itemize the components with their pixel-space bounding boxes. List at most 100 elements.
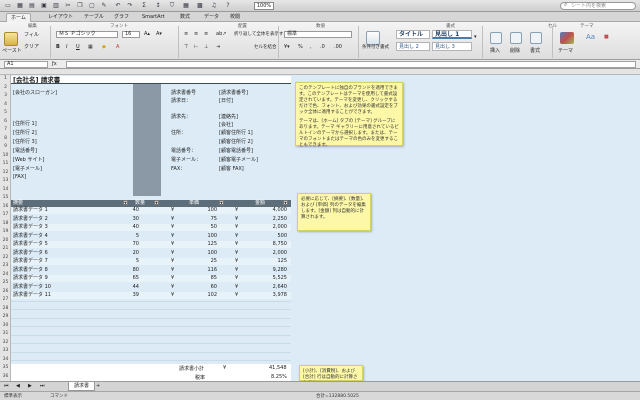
info-value-company[interactable]: [会社]: [219, 121, 233, 128]
item-amount[interactable]: 125: [277, 258, 287, 265]
insert-cells-icon[interactable]: [490, 32, 502, 44]
fax[interactable]: [FAX]: [13, 174, 26, 180]
info-value-invoice-no[interactable]: [請求書番号]: [219, 89, 248, 96]
item-unit-price[interactable]: 75: [211, 216, 217, 223]
row-number[interactable]: 31: [0, 331, 11, 336]
row-number[interactable]: 14: [0, 187, 11, 192]
item-description[interactable]: 請求書データ 4: [13, 233, 48, 240]
themes-button[interactable]: テーマ: [558, 48, 573, 55]
info-value-address-1[interactable]: [顧客住所行 1]: [219, 129, 253, 136]
item-description[interactable]: 請求書データ 1: [13, 207, 48, 214]
address-line-2[interactable]: [住所行 2]: [13, 129, 37, 136]
item-amount[interactable]: 2,000: [273, 224, 287, 231]
tab-smartart[interactable]: SmartArt: [138, 13, 169, 22]
name-box[interactable]: A1: [4, 61, 48, 68]
item-unit-price[interactable]: 85: [211, 275, 217, 282]
item-quantity[interactable]: 65: [133, 275, 139, 282]
indent-icon[interactable]: ⇥: [216, 44, 220, 51]
redo-icon[interactable]: ↷: [126, 2, 134, 10]
row-number[interactable]: 17: [0, 212, 11, 217]
item-description[interactable]: 請求書データ 2: [13, 216, 48, 223]
formula-input[interactable]: [66, 61, 636, 68]
row-number[interactable]: 33: [0, 348, 11, 353]
sheet-canvas[interactable]: [会社名] 請求書 [会社のスローガン] [住所行 1] [住所行 2] [住所…: [11, 75, 640, 381]
row-number[interactable]: 12: [0, 170, 11, 175]
empty-table-row[interactable]: [11, 343, 291, 350]
borders-icon[interactable]: ▦: [88, 44, 93, 51]
row-number[interactable]: 8: [0, 136, 11, 141]
row-number[interactable]: 5: [0, 110, 11, 115]
info-value-address-2[interactable]: [顧客住所行 2]: [219, 138, 253, 145]
empty-table-row[interactable]: [11, 300, 291, 308]
item-quantity[interactable]: 39: [133, 292, 139, 299]
bold-icon[interactable]: B: [56, 44, 60, 51]
row-number[interactable]: 35: [0, 365, 11, 370]
row-number[interactable]: 2: [0, 85, 11, 90]
row-number[interactable]: 29: [0, 314, 11, 319]
orientation-icon[interactable]: ab↗: [216, 31, 226, 38]
item-unit-price[interactable]: 50: [211, 224, 217, 231]
item-description[interactable]: 請求書データ 3: [13, 224, 48, 231]
item-description[interactable]: 請求書データ 8: [13, 267, 48, 274]
item-unit-price[interactable]: 25: [211, 258, 217, 265]
decrease-decimal-icon[interactable]: .00: [334, 44, 342, 51]
theme-colors-icon[interactable]: ■: [604, 34, 609, 41]
subtotal-value[interactable]: 41,548: [269, 365, 287, 371]
item-quantity[interactable]: 80: [133, 267, 139, 274]
filter-dropdown-icon[interactable]: ▼: [154, 200, 159, 207]
item-unit-price[interactable]: 102: [207, 292, 217, 299]
last-sheet-icon[interactable]: ⏭: [40, 383, 45, 390]
open-icon[interactable]: ▤: [28, 2, 36, 10]
table-row[interactable]: 請求書データ 2 30 ¥75 ¥2,250: [11, 216, 291, 223]
info-value-fax[interactable]: [顧客 FAX]: [219, 165, 244, 172]
row-number[interactable]: 11: [0, 161, 11, 166]
row-number[interactable]: 16: [0, 204, 11, 209]
align-left-icon[interactable]: ≡: [184, 31, 188, 38]
row-number[interactable]: 23: [0, 263, 11, 268]
copy-icon[interactable]: ❐: [76, 2, 84, 10]
table-row[interactable]: 請求書データ 1 40 ¥100 ¥4,000: [11, 207, 291, 214]
item-amount[interactable]: 9,280: [273, 267, 287, 274]
item-quantity[interactable]: 30: [133, 216, 139, 223]
row-number[interactable]: 26: [0, 289, 11, 294]
item-amount[interactable]: 8,750: [273, 241, 287, 248]
table-row[interactable]: 請求書データ 7 5 ¥25 ¥125: [11, 258, 291, 265]
tab-data[interactable]: データ: [200, 13, 223, 22]
currency-icon[interactable]: ¥▾: [284, 44, 290, 51]
item-unit-price[interactable]: 100: [207, 250, 217, 257]
themes-icon[interactable]: [560, 32, 574, 44]
sticky-note-theme[interactable]: このテンプレートに独自のブランドを適用できます。このテンプレートはテーマを使用し…: [295, 82, 403, 148]
prev-sheet-icon[interactable]: ◀: [16, 383, 20, 390]
tab-formulas[interactable]: 数式: [176, 13, 194, 22]
format-painter-icon[interactable]: ✎: [100, 2, 108, 10]
row-number[interactable]: 21: [0, 246, 11, 251]
fill-color-icon[interactable]: ◆: [102, 44, 106, 51]
save-icon[interactable]: ▣: [40, 2, 48, 10]
template-icon[interactable]: ▦: [16, 2, 24, 10]
sheet-search-input[interactable]: シート内を検索: [560, 2, 636, 10]
item-amount[interactable]: 2,000: [273, 250, 287, 257]
style-heading-3[interactable]: 見出し 3: [432, 42, 472, 51]
align-bottom-icon[interactable]: ⊥: [204, 44, 208, 51]
gallery-icon[interactable]: ▦: [182, 2, 190, 10]
info-value-email[interactable]: [顧客電子メール]: [219, 156, 258, 163]
tab-tables[interactable]: テーブル: [80, 13, 108, 22]
row-number[interactable]: 10: [0, 153, 11, 158]
align-right-icon[interactable]: ≡: [204, 31, 208, 38]
item-amount[interactable]: 500: [277, 233, 287, 240]
item-description[interactable]: 請求書データ 9: [13, 275, 48, 282]
row-number[interactable]: 3: [0, 93, 11, 98]
row-number[interactable]: 30: [0, 323, 11, 328]
row-number[interactable]: 24: [0, 272, 11, 277]
align-middle-icon[interactable]: ⊢: [194, 44, 198, 51]
tab-home[interactable]: ホーム: [6, 13, 31, 22]
item-quantity[interactable]: 5: [136, 258, 139, 265]
font-name-select[interactable]: ＭＳ Ｐゴシック: [56, 31, 118, 38]
row-number[interactable]: 20: [0, 238, 11, 243]
tax-value[interactable]: 8.25%: [271, 374, 287, 380]
item-unit-price[interactable]: 116: [207, 267, 217, 274]
new-document-icon[interactable]: ▭: [4, 2, 12, 10]
info-value-phone[interactable]: [顧客電話番号]: [219, 147, 253, 154]
sort-icon[interactable]: ↕: [154, 2, 162, 10]
row-number[interactable]: 32: [0, 340, 11, 345]
